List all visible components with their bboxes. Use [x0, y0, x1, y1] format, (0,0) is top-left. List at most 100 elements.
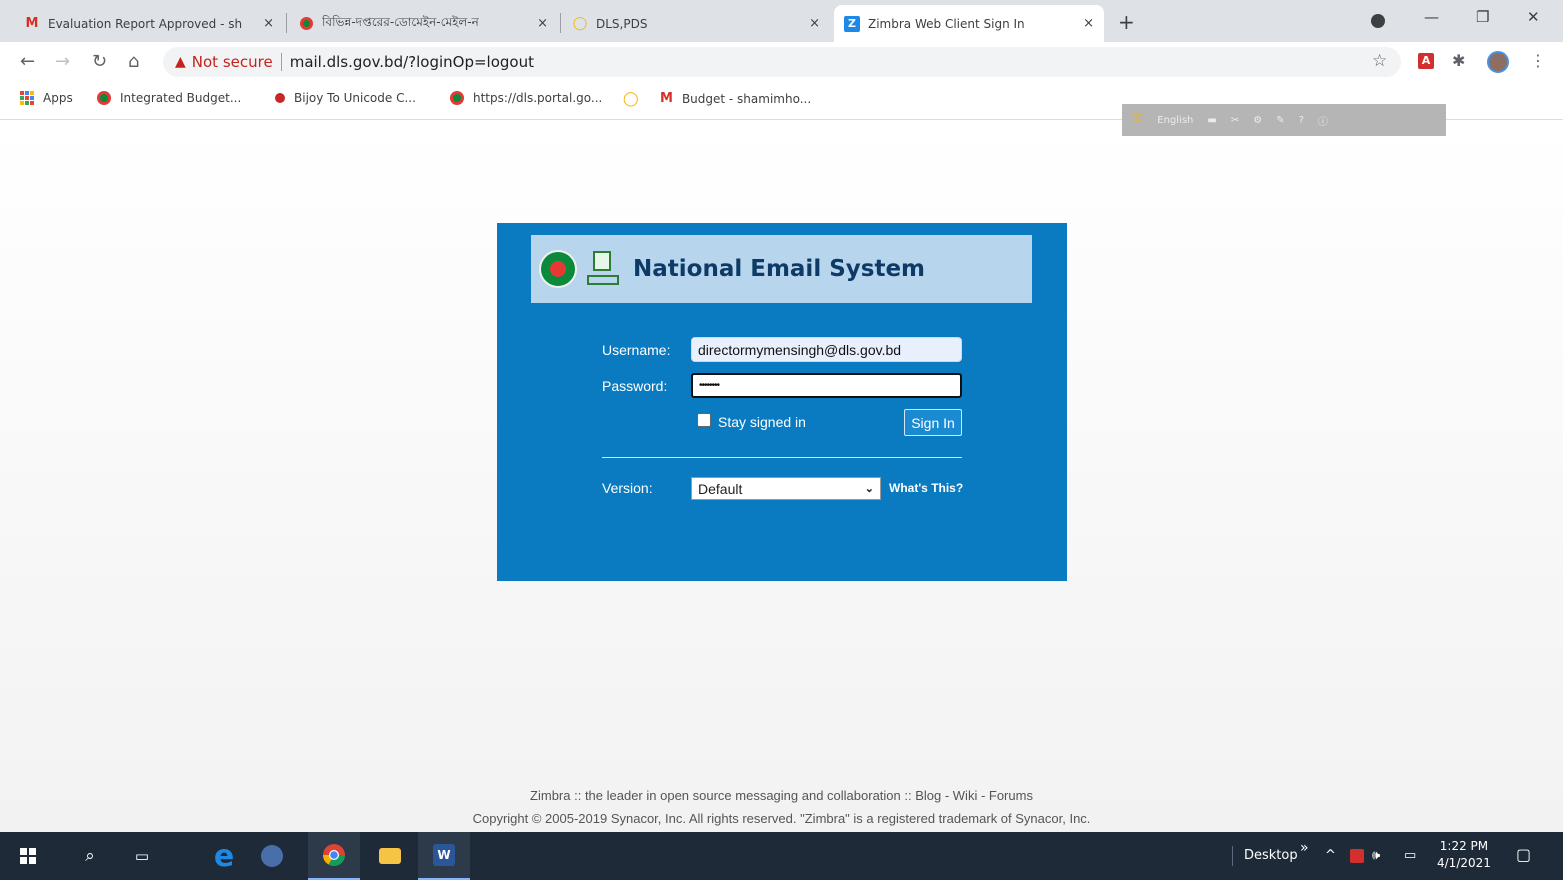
close-tab-icon[interactable]: × [537, 16, 548, 31]
page-body: National Email System Username: Password… [0, 121, 1563, 832]
close-tab-icon[interactable]: × [263, 16, 274, 31]
chevron-up-icon[interactable]: ^ [1325, 848, 1336, 863]
file-explorer-icon[interactable] [370, 832, 410, 880]
bookmark-label: https://dls.portal.go... [473, 91, 603, 105]
gov-bd-icon [450, 91, 464, 105]
tab-title: বিভিন্ন-দপ্তরের-ডোমেইন-মেইল-ন [322, 14, 479, 29]
url-text[interactable]: mail.dls.gov.bd/?loginOp=logout [290, 53, 534, 71]
login-panel: National Email System Username: Password… [497, 223, 1067, 581]
system-clock[interactable]: 1:22 PM 4/1/2021 [1437, 838, 1491, 872]
extensions-puzzle-icon[interactable]: ✱ [1452, 51, 1465, 70]
bijoy-icon [275, 93, 285, 103]
help-icon[interactable]: ? [1299, 115, 1304, 126]
footer-copyright: Copyright © 2005-2019 Synacor, Inc. All … [472, 811, 1091, 826]
volume-icon[interactable]: 🕪 [1372, 848, 1380, 863]
dls-icon: ◯ [572, 16, 588, 31]
bookmark-dls-portal[interactable]: https://dls.portal.go... [450, 91, 602, 105]
stay-signed-in-label[interactable]: Stay signed in [718, 414, 806, 430]
gov-bd-icon [298, 16, 314, 32]
stay-signed-in-checkbox[interactable] [697, 413, 711, 427]
keyboard-icon[interactable]: ▬ [1207, 115, 1216, 126]
profile-avatar[interactable] [1487, 51, 1509, 73]
minimize-icon[interactable]: — [1424, 8, 1439, 26]
bookmark-label: Bijoy To Unicode C... [294, 91, 416, 105]
tab-zimbra-sign-in[interactable]: Z Zimbra Web Client Sign In × [834, 5, 1104, 42]
tab-domain-mail[interactable]: বিভিন্ন-দপ্তরের-ডোমেইন-মেইল-ন × [288, 5, 558, 42]
notifications-icon[interactable]: ▢ [1516, 845, 1531, 864]
bookmark-star-icon[interactable]: ☆ [1372, 51, 1387, 71]
bookmark-apps[interactable]: Apps [20, 91, 73, 105]
sign-in-button[interactable]: Sign In [904, 409, 962, 436]
search-icon[interactable]: ⌕ [74, 832, 106, 880]
toolbar-overflow-icon[interactable]: » [1300, 840, 1309, 856]
version-label: Version: [602, 480, 653, 496]
settings-gear-icon[interactable]: ⚙ [1253, 115, 1262, 126]
footer-tagline: Zimbra :: the leader in open source mess… [530, 788, 1033, 803]
gmail-icon: M [660, 91, 673, 106]
word-taskbar-icon[interactable]: W [418, 832, 470, 880]
username-label: Username: [602, 342, 671, 358]
network-icon[interactable]: ▭ [1404, 848, 1416, 863]
address-bar[interactable]: ▲ Not secure mail.dls.gov.bd/?loginOp=lo… [163, 47, 1401, 77]
bookmark-bijoy-unicode[interactable]: Bijoy To Unicode C... [275, 91, 416, 105]
tools-icon[interactable]: ✂ [1231, 115, 1239, 126]
restore-icon[interactable]: ❐ [1476, 8, 1489, 26]
info-icon[interactable]: ⓘ [1318, 113, 1328, 128]
gov-bd-icon [97, 91, 111, 105]
desktop-toolbar-label[interactable]: Desktop [1244, 848, 1298, 863]
government-emblem-icon [539, 250, 577, 288]
password-input[interactable]: •••••••• [691, 373, 962, 398]
tab-title: DLS,PDS [596, 16, 648, 31]
reload-icon[interactable]: ↻ [92, 51, 107, 72]
clock-time: 1:22 PM [1439, 839, 1489, 853]
version-select[interactable]: Default ⌄ [691, 477, 881, 500]
tab-title: Evaluation Report Approved - sh [48, 16, 243, 31]
zimbra-icon: Z [844, 15, 860, 32]
tab-evaluation-report[interactable]: M Evaluation Report Approved - sh × [14, 5, 284, 42]
bangla-input-icon[interactable]: অ [1132, 110, 1143, 131]
computer-logo-icon [585, 249, 621, 289]
username-input[interactable] [691, 337, 962, 362]
tab-title: Zimbra Web Client Sign In [868, 16, 1025, 31]
task-view-icon[interactable]: ▭ [126, 832, 158, 880]
tab-separator [286, 13, 287, 33]
warning-icon: ▲ [175, 54, 186, 70]
edit-icon[interactable]: ✎ [1276, 115, 1284, 126]
tab-dls-pds[interactable]: ◯ DLS,PDS × [562, 5, 830, 42]
pdf-tray-icon[interactable] [1350, 849, 1364, 863]
tab-strip: M Evaluation Report Approved - sh × বিভি… [0, 0, 1563, 42]
ime-language[interactable]: English [1157, 115, 1193, 126]
start-windows-icon[interactable] [8, 832, 48, 880]
security-status[interactable]: Not secure [192, 53, 273, 71]
bookmark-label: Apps [43, 91, 73, 105]
password-label: Password: [602, 378, 668, 394]
chrome-taskbar-icon[interactable] [308, 832, 360, 880]
close-tab-icon[interactable]: × [1083, 16, 1094, 31]
bookmark-budget-gmail[interactable]: M Budget - shamimho... [660, 91, 811, 106]
tab-separator [560, 13, 561, 33]
bookmark-integrated-budget[interactable]: Integrated Budget... [97, 91, 241, 105]
close-tab-icon[interactable]: × [809, 16, 820, 31]
pdf-extension-icon[interactable]: A [1418, 53, 1434, 69]
menu-kebab-icon[interactable]: ⋮ [1530, 51, 1546, 70]
tab-search-icon[interactable] [1371, 14, 1385, 28]
omnibox-divider [280, 53, 282, 71]
gmail-icon: M [25, 16, 39, 31]
bookmark-label: Integrated Budget... [120, 91, 242, 105]
banner: National Email System [531, 235, 1032, 303]
version-selected-value: Default [698, 480, 743, 497]
back-arrow-icon[interactable]: ← [20, 51, 35, 72]
home-icon[interactable]: ⌂ [128, 51, 139, 72]
whats-this-link[interactable]: What's This? [889, 481, 963, 495]
bookmark-dls[interactable]: ◯ [623, 91, 639, 107]
edge-browser-icon[interactable]: e [204, 832, 244, 880]
bookmark-label: Budget - shamimho... [681, 91, 812, 106]
app-pinned-icon[interactable] [252, 832, 292, 880]
new-tab-button[interactable]: + [1118, 10, 1135, 34]
windows-taskbar: ⌕ ▭ e W Desktop » ^ 🕪 ▭ 1:22 PM 4/1/2021… [0, 832, 1563, 880]
input-method-toolbar: অ English ▬ ✂ ⚙ ✎ ? ⓘ [1122, 104, 1446, 136]
window-close-icon[interactable]: ✕ [1527, 8, 1540, 26]
dls-icon: ◯ [623, 91, 639, 107]
forward-arrow-icon[interactable]: → [55, 51, 70, 72]
taskbar-divider [1232, 846, 1233, 866]
